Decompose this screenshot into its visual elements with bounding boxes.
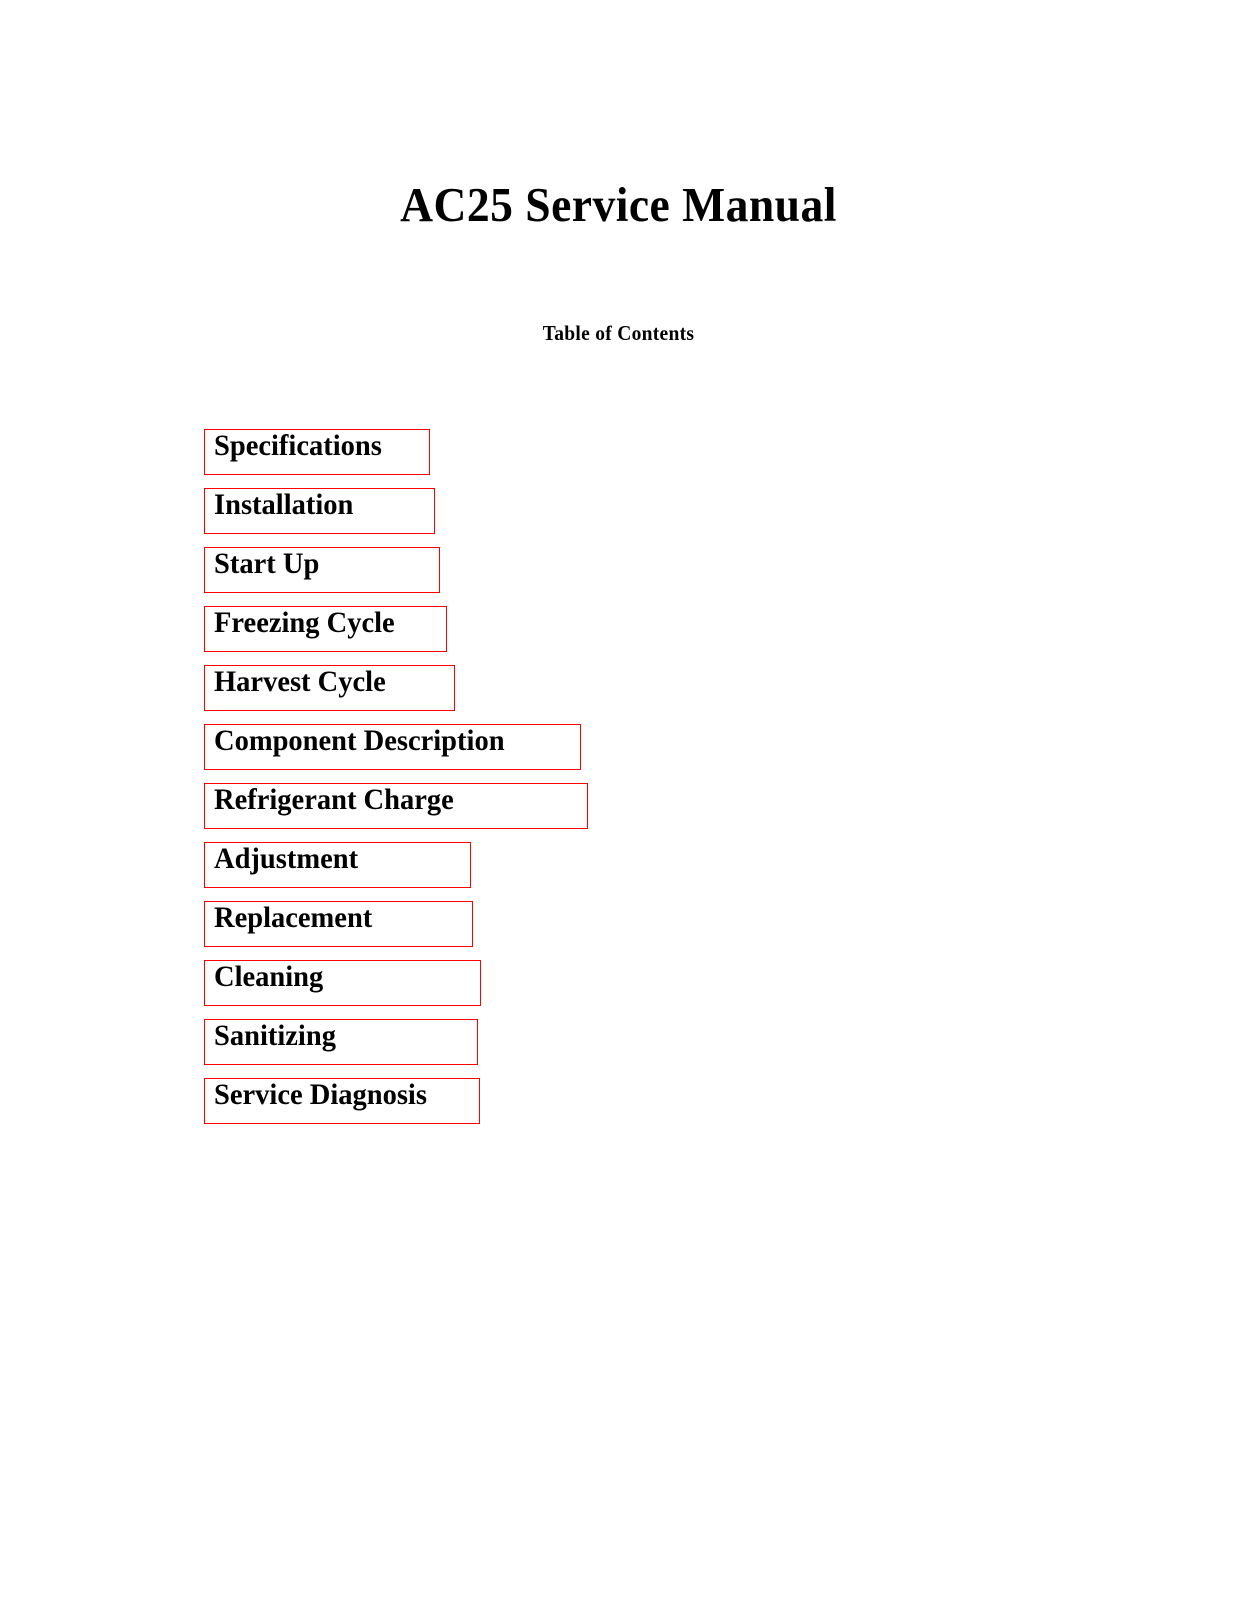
toc-entry-start-up[interactable]: Start Up [204,547,440,593]
toc-entry-label: Cleaning [214,960,324,993]
toc-entry-component-description[interactable]: Component Description [204,724,581,770]
toc-entry-label: Installation [214,488,354,521]
toc-entry-label: Refrigerant Charge [214,783,454,816]
table-of-contents-heading: Table of Contents [542,321,695,345]
toc-entry-label: Service Diagnosis [214,1078,427,1111]
toc-entry-adjustment[interactable]: Adjustment [204,842,471,888]
toc-entry-cleaning[interactable]: Cleaning [204,960,481,1006]
toc-entry-service-diagnosis[interactable]: Service Diagnosis [204,1078,480,1124]
toc-entry-replacement[interactable]: Replacement [204,901,473,947]
toc-entry-label: Adjustment [214,842,359,875]
page-title: AC25 Service Manual [400,177,837,232]
toc-entry-label: Replacement [214,901,373,934]
toc-entry-installation[interactable]: Installation [204,488,435,534]
document-page: AC25 Service Manual Table of Contents Sp… [0,0,1237,1600]
toc-entry-label: Component Description [214,724,505,757]
toc-entry-specifications[interactable]: Specifications [204,429,430,475]
toc-entry-label: Specifications [214,429,382,462]
toc-entry-harvest-cycle[interactable]: Harvest Cycle [204,665,455,711]
toc-entry-sanitizing[interactable]: Sanitizing [204,1019,478,1065]
toc-entry-refrigerant-charge[interactable]: Refrigerant Charge [204,783,588,829]
toc-entry-label: Start Up [214,547,320,580]
table-of-contents-list: Specifications Installation Start Up Freezi… [204,429,904,1137]
toc-entry-label: Freezing Cycle [214,606,395,639]
toc-entry-freezing-cycle[interactable]: Freezing Cycle [204,606,447,652]
toc-entry-label: Harvest Cycle [214,665,386,698]
toc-entry-label: Sanitizing [214,1019,336,1052]
